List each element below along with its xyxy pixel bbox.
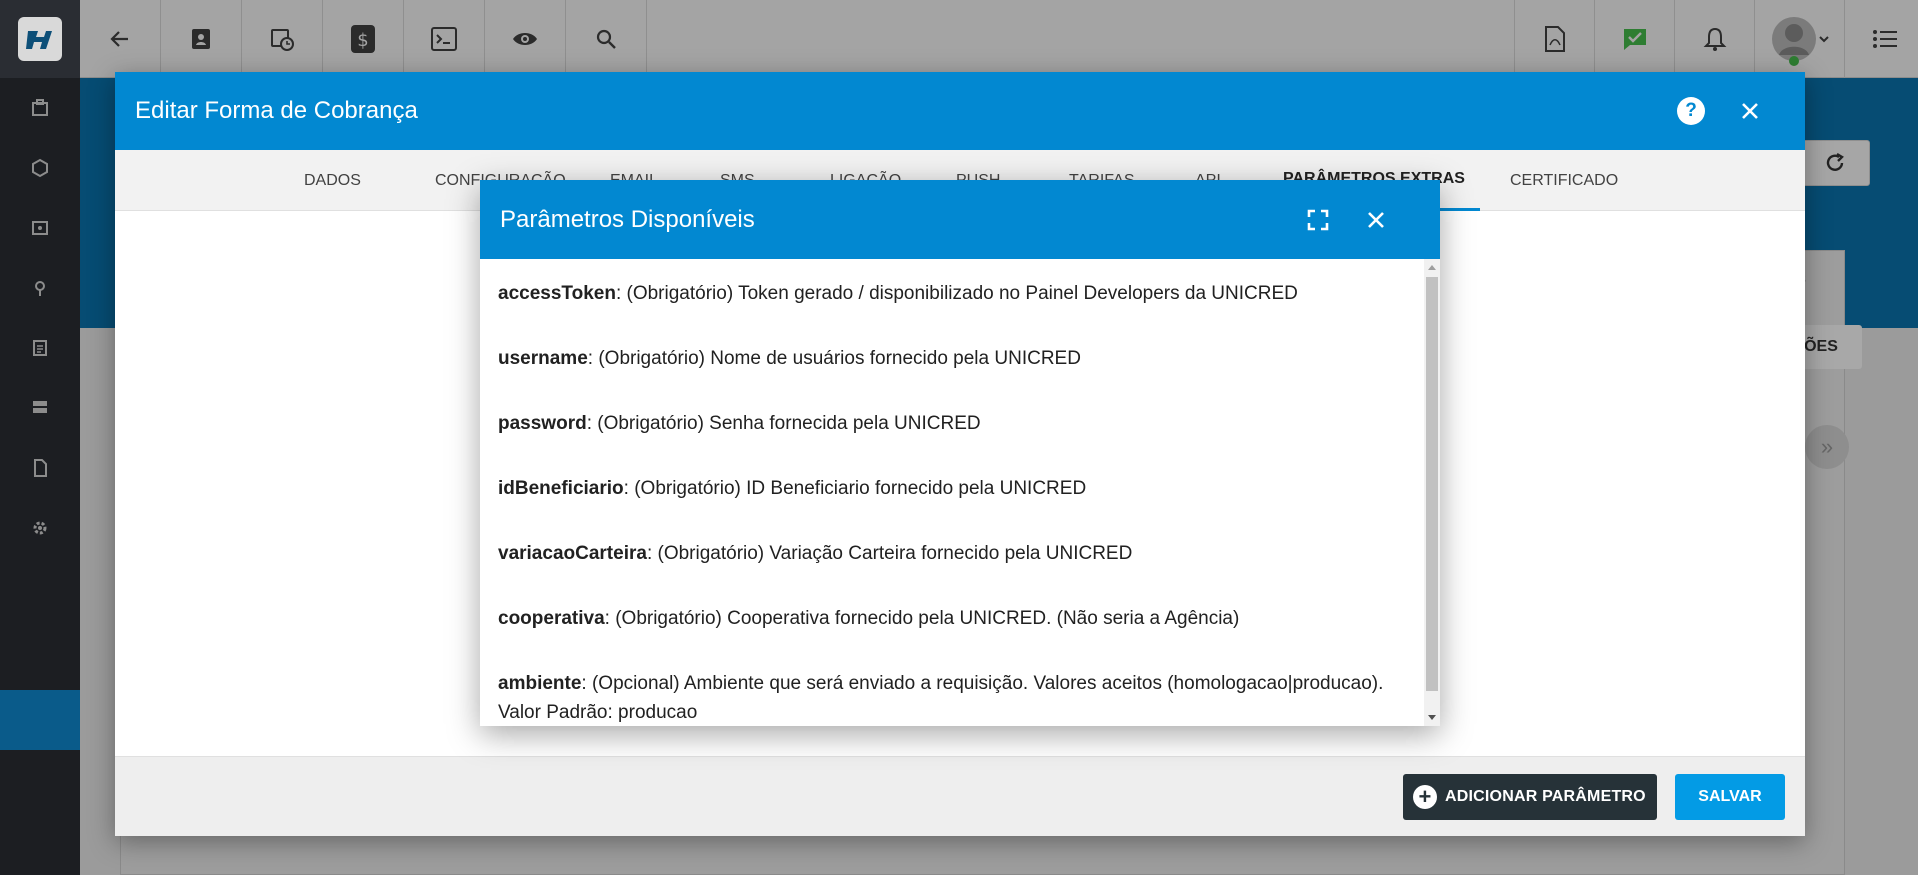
sidebar — [0, 0, 80, 875]
topbar: $ — [80, 0, 1918, 78]
param-name: password — [498, 413, 587, 434]
building-icon[interactable] — [0, 78, 80, 138]
refresh-icon[interactable] — [1800, 140, 1870, 186]
modal-title: Editar Forma de Cobrança — [135, 97, 418, 124]
tab-dados[interactable]: DADOS — [289, 150, 376, 211]
expand-chevrons-icon[interactable]: » — [1805, 425, 1849, 469]
fullscreen-icon[interactable] — [1306, 208, 1330, 232]
box-icon[interactable] — [0, 138, 80, 198]
avatar[interactable] — [1754, 0, 1844, 78]
scrollbar-thumb[interactable] — [1426, 277, 1438, 691]
param-description: : (Opcional) Ambiente que será enviado a… — [498, 673, 1384, 723]
dialog-scrollbar[interactable] — [1424, 259, 1440, 726]
search-icon[interactable] — [566, 0, 647, 78]
add-parameter-label: ADICIONAR PARÂMETRO — [1445, 788, 1646, 805]
param-name: username — [498, 348, 588, 369]
param-name: idBeneficiario — [498, 478, 624, 499]
parameters-list: accessToken: (Obrigatório) Token gerado … — [480, 259, 1424, 726]
scroll-down-arrow-icon[interactable] — [1428, 715, 1436, 720]
sidebar-active-item[interactable] — [0, 690, 80, 750]
document-icon[interactable] — [0, 318, 80, 378]
gear-icon[interactable] — [0, 498, 80, 558]
contact-card-icon[interactable] — [161, 0, 242, 78]
param-name: cooperativa — [498, 608, 605, 629]
modal-close-icon[interactable] — [1733, 94, 1767, 128]
check-message-icon[interactable] — [1594, 0, 1674, 78]
param-ambiente: ambiente: (Opcional) Ambiente que será e… — [498, 669, 1406, 726]
save-button[interactable]: SALVAR — [1675, 774, 1785, 820]
param-variacao-carteira: variacaoCarteira: (Obrigatório) Variação… — [498, 539, 1406, 568]
pdf-icon[interactable] — [1514, 0, 1594, 78]
param-access-token: accessToken: (Obrigatório) Token gerado … — [498, 279, 1406, 308]
param-description: : (Obrigatório) Token gerado / disponibi… — [615, 283, 1298, 304]
param-name: variacaoCarteira — [498, 543, 647, 564]
calendar-clock-icon[interactable] — [242, 0, 323, 78]
tab-certificado[interactable]: CERTIFICADO — [1495, 150, 1633, 211]
bell-icon[interactable] — [1674, 0, 1754, 78]
dialog-header: Parâmetros Disponíveis — [480, 180, 1440, 259]
eye-icon[interactable] — [485, 0, 566, 78]
location-icon[interactable] — [0, 258, 80, 318]
param-description: : (Obrigatório) ID Beneficiario fornecid… — [623, 478, 1087, 499]
back-arrow-icon[interactable] — [80, 0, 161, 78]
modal-footer: + ADICIONAR PARÂMETRO SALVAR — [115, 756, 1805, 836]
help-icon[interactable]: ? — [1677, 97, 1705, 125]
terminal-icon[interactable] — [404, 0, 485, 78]
scroll-up-arrow-icon[interactable] — [1428, 265, 1436, 270]
dialog-close-icon[interactable] — [1360, 204, 1392, 236]
param-description: : (Obrigatório) Cooperativa fornecido pe… — [604, 608, 1240, 629]
logo-cell[interactable] — [0, 0, 80, 78]
available-parameters-dialog: Parâmetros Disponíveis accessToken: (Obr… — [480, 180, 1440, 726]
param-description: : (Obrigatório) Variação Carteira fornec… — [646, 543, 1133, 564]
param-id-beneficiario: idBeneficiario: (Obrigatório) ID Benefic… — [498, 474, 1406, 503]
param-username: username: (Obrigatório) Nome de usuários… — [498, 344, 1406, 373]
server-icon[interactable] — [0, 378, 80, 438]
dialog-title: Parâmetros Disponíveis — [500, 205, 755, 233]
dollar-icon[interactable]: $ — [323, 0, 404, 78]
svg-text:$: $ — [357, 30, 368, 51]
modal-header: Editar Forma de Cobrança ? — [115, 72, 1805, 150]
param-name: accessToken — [498, 283, 616, 304]
money-icon[interactable] — [0, 198, 80, 258]
add-parameter-button[interactable]: + ADICIONAR PARÂMETRO — [1403, 774, 1657, 820]
file-icon[interactable] — [0, 438, 80, 498]
param-description: : (Obrigatório) Nome de usuários forneci… — [587, 348, 1081, 369]
param-password: password: (Obrigatório) Senha fornecida … — [498, 409, 1406, 438]
logo — [18, 17, 62, 61]
list-icon[interactable] — [1844, 0, 1918, 78]
param-cooperativa: cooperativa: (Obrigatório) Cooperativa f… — [498, 604, 1406, 633]
plus-icon: + — [1413, 785, 1437, 809]
param-description: : (Obrigatório) Senha fornecida pela UNI… — [586, 413, 981, 434]
param-name: ambiente — [498, 673, 582, 694]
